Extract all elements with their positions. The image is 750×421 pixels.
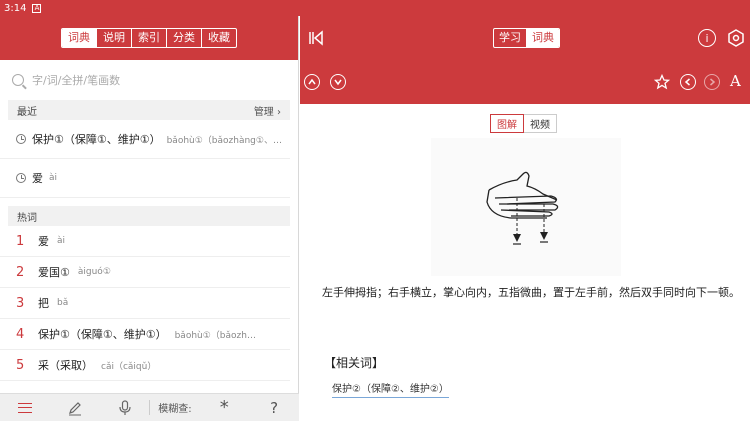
search-icon [12,74,24,86]
tab-dictionary[interactable]: 词典 [62,29,96,47]
microphone-icon [118,399,131,415]
hot-rank: 5 [16,357,25,373]
recent-word: 保护①（保障①、维护①） [32,133,161,146]
back-button[interactable] [680,74,696,90]
status-time: 3:14 [4,2,27,14]
star-icon[interactable] [654,74,670,90]
left-header: 词典 说明 索引 分类 收藏 [0,16,298,60]
mode-tabs: 学习 词典 [493,28,560,48]
hot-rank: 3 [16,295,25,311]
hot-pinyin: cǎi（cǎiqǔ） [101,361,157,372]
voice-button[interactable] [100,394,150,421]
recent-section-header: 最近 管理 › [8,100,290,120]
hot-section-header: 热词 [8,206,290,226]
hot-word: 采（采取） [38,359,93,372]
font-size-icon[interactable]: A [730,72,741,90]
sign-illustration [431,138,621,276]
info-icon[interactable]: i [698,29,716,47]
hot-rank: 4 [16,326,25,342]
hot-item[interactable]: 5 采（采取） cǎi（cǎiqǔ） [0,350,290,381]
clock-icon [16,134,26,144]
hot-rank: 1 [16,233,25,249]
related-words-title: 【相关词】 [324,356,385,370]
tab-video[interactable]: 视频 [524,115,556,132]
main-tabs: 词典 说明 索引 分类 收藏 [61,28,237,48]
wildcard-button[interactable]: * [199,394,249,421]
hot-word: 把 [38,297,49,310]
tab-learn[interactable]: 学习 [494,29,526,47]
left-pane: 词典 说明 索引 分类 收藏 字/词/全拼/笔画数 最近 管理 › 保护①（保障… [0,16,299,421]
list-icon [17,402,32,413]
recent-item[interactable]: 保护①（保障①、维护①） bǎohù①（bǎozhàng①、… [0,120,290,159]
hot-word: 保护①（保障①、维护①） [38,328,167,341]
recent-title: 最近 [17,106,37,118]
right-header: 学习 词典 i [300,16,750,60]
tab-illustration[interactable]: 图解 [490,114,524,133]
recent-item[interactable]: 爱 ài [0,159,290,198]
tab-favorites[interactable]: 收藏 [201,29,236,47]
next-entry-button[interactable] [330,74,346,90]
notification-badge-icon: A [32,3,42,13]
chevron-down-icon [334,79,342,86]
collapse-sidebar-icon[interactable] [308,30,324,46]
manage-button[interactable]: 管理 › [254,103,281,118]
list-button[interactable] [0,394,50,421]
tab-instructions[interactable]: 说明 [96,29,131,47]
tab-index[interactable]: 索引 [131,29,166,47]
hot-item[interactable]: 1 爱 ài [0,226,290,257]
chevron-left-icon [684,78,690,86]
bottom-toolbar: 模糊查: * ? [0,393,299,421]
hot-item[interactable]: 2 爱国① àiguó① [0,257,290,288]
right-pane: 学习 词典 i A 图解 视频 左手伸拇指；右手横立，掌心向内，五指微曲，置于左… [300,16,750,421]
hot-pinyin: àiguó① [77,267,111,277]
entry-toolbar: A [300,60,750,104]
hot-pinyin: ài [57,236,66,246]
pen-icon [68,401,81,415]
fuzzy-search-label: 模糊查: [149,400,199,415]
related-word-link[interactable]: 保护②（保障②、维护②） [332,380,449,398]
hot-item[interactable]: 3 把 bǎ [0,288,290,319]
previous-entry-button[interactable] [304,74,320,90]
settings-hexagon-icon[interactable] [726,28,746,48]
recent-pinyin: bǎohù①（bǎozhàng①、… [166,135,282,146]
handwrite-button[interactable] [50,394,100,421]
hot-pinyin: bǎ [57,298,69,308]
hand-sign-image [486,171,559,245]
hot-pinyin: bǎohù①（bǎozh… [174,330,256,341]
chevron-up-icon [308,78,316,85]
chevron-right-icon [710,78,716,86]
recent-word: 爱 [32,172,43,185]
hot-word: 爱 [38,235,49,248]
tab-category[interactable]: 分类 [166,29,201,47]
status-bar: 3:14 A [0,0,750,16]
forward-button[interactable] [704,74,720,90]
entry-content: 图解 视频 左手伸拇指；右手横立，掌心向内，五指微曲，置于左手前，然后双手同时向… [300,104,750,421]
search-input[interactable]: 字/词/全拼/笔画数 [0,60,298,100]
help-button[interactable]: ? [249,394,299,421]
sign-description: 左手伸拇指；右手横立，掌心向内，五指微曲，置于左手前，然后双手同时向下一顿。 [322,286,740,299]
hot-item[interactable]: 4 保护①（保障①、维护①） bǎohù①（bǎozh… [0,319,290,350]
hot-rank: 2 [16,264,25,280]
hot-word: 爱国① [38,266,70,279]
clock-icon [16,173,26,183]
search-placeholder: 字/词/全拼/笔画数 [32,74,121,87]
tab-dictionary-right[interactable]: 词典 [526,29,559,47]
hot-title: 热词 [17,212,37,224]
media-tabs: 图解 视频 [490,114,557,133]
recent-pinyin: ài [49,173,58,183]
